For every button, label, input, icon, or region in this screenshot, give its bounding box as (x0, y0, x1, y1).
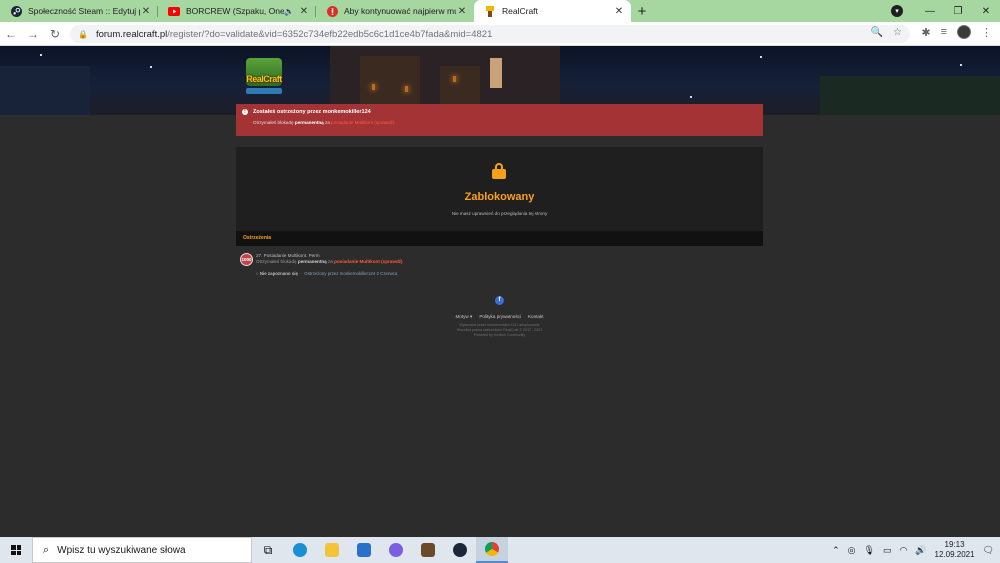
logo-text: RealCraft (246, 74, 282, 84)
clock-time: 19:13 (944, 540, 965, 549)
search-placeholder: Wpisz tu wyszukiwane słowa (57, 544, 186, 556)
chevron-up-icon[interactable]: ⌃ (832, 545, 840, 556)
tab-title: Społeczność Steam :: Edytuj profil (28, 6, 140, 16)
warning-title[interactable]: 27. Posiadanie Multikont. Perm (256, 253, 320, 258)
browser-toolbar: ← → ↻ 🔒 forum.realcraft.pl/register/?do=… (0, 22, 1000, 46)
ack-status: ○ Nie zapoznano się (256, 271, 298, 276)
forward-icon[interactable]: → (22, 27, 44, 41)
steam-icon (10, 5, 22, 17)
alert-body: Otrzymałeś blokadę permanentną za posiad… (253, 120, 395, 125)
tray-app-icon[interactable]: ◎ (848, 545, 856, 556)
volume-icon[interactable]: 🔊 (915, 545, 926, 556)
warning-detail: Otrzymałeś blokadę permanentną za posiad… (256, 259, 403, 264)
alert-title: Zostałeś ostrzeżony przez monkemokiller1… (253, 109, 371, 115)
tab-search-icon[interactable]: ▾ (891, 5, 903, 17)
window-controls: — ❐ ✕ (916, 0, 1000, 22)
tab-title: BORCREW (Szpaku, Onek87 ... (186, 6, 285, 16)
steam-taskbar-icon[interactable] (444, 537, 476, 563)
microphone-icon[interactable]: 🎙 (863, 545, 874, 556)
warning-meta: ○ Nie zapoznano się · Ostrzeżony przez m… (256, 271, 398, 276)
tab-notification[interactable]: Aby kontynuować najpierw musi... ✕ (316, 0, 474, 22)
windows-icon (11, 545, 21, 555)
close-icon[interactable]: ✕ (456, 6, 468, 17)
bookmark-star-icon[interactable]: ☆ (893, 27, 902, 38)
locked-panel: Zablokowany Nie masz uprawnień do przegl… (236, 147, 763, 231)
tab-realcraft[interactable]: RealCraft ✕ (474, 0, 631, 22)
lock-icon[interactable]: 🔒 (78, 30, 88, 39)
zoom-icon[interactable]: 🔍 (871, 27, 883, 38)
minecraft-icon[interactable] (412, 537, 444, 563)
discord-icon[interactable] (380, 537, 412, 563)
back-icon[interactable]: ← (0, 27, 22, 41)
profile-avatar[interactable] (957, 25, 971, 39)
minimize-icon[interactable]: — (916, 6, 944, 17)
url-host: forum.realcraft.pl (95, 28, 168, 40)
file-explorer-icon[interactable] (316, 537, 348, 563)
footer-link-contact[interactable]: Kontakt (528, 314, 544, 320)
footer-powered: Powered by Invision Community (473, 333, 526, 337)
clock[interactable]: 19:13 12.09.2021 (935, 540, 975, 560)
chrome-icon[interactable] (476, 537, 508, 563)
wifi-icon[interactable]: ◠ (899, 545, 907, 556)
lock-icon (492, 163, 506, 179)
taskbar: ⌕ Wpisz tu wyszukiwane słowa ⧉ ⌃ ◎ 🎙 ▭ ◠… (0, 537, 1000, 563)
alert-link[interactable]: posiadanie Multikont (sprawdź) (331, 120, 394, 125)
url-path: /register/?do=validate&vid=6352c734efb22… (167, 28, 493, 40)
warning-link[interactable]: posiadanie Multikont (sprawdź) (334, 259, 402, 264)
task-view-icon[interactable]: ⧉ (252, 537, 284, 563)
youtube-icon (168, 5, 180, 17)
warning-entry: 1000 27. Posiadanie Multikont. Perm Otrz… (236, 250, 763, 280)
notification-icon (326, 5, 338, 17)
notifications-icon[interactable]: 🗨 (983, 545, 994, 556)
menu-icon[interactable]: ⋮ (981, 26, 992, 39)
facebook-icon[interactable]: f (495, 296, 504, 305)
footer-link-theme[interactable]: Motyw ▾ (455, 314, 472, 320)
close-icon[interactable]: ✕ (140, 6, 152, 17)
media-control-icon[interactable]: ≡ (941, 26, 947, 38)
battery-icon[interactable]: ▭ (883, 545, 892, 556)
locked-title: Zablokowany (464, 191, 535, 203)
search-icon: ⌕ (43, 543, 50, 556)
edge-icon[interactable] (284, 537, 316, 563)
close-icon[interactable]: ✕ (298, 6, 310, 17)
tab-title: RealCraft (502, 6, 538, 16)
footer-link-privacy[interactable]: Polityka prywatności (479, 314, 521, 320)
system-tray: ⌃ ◎ 🎙 ▭ ◠ 🔊 19:13 12.09.2021 🗨 (832, 537, 1000, 563)
tab-strip: Społeczność Steam :: Edytuj profil ✕ BOR… (0, 0, 1000, 22)
locked-message: Nie masz uprawnień do przeglądania tej s… (451, 211, 548, 216)
warning-meta-text: Ostrzeżony przez monkemokiller124 2 Czer… (304, 271, 398, 276)
mail-icon[interactable] (348, 537, 380, 563)
warnings-header: Ostrzeżenia (236, 231, 763, 246)
warning-points-badge: 1000 (240, 253, 253, 266)
close-window-icon[interactable]: ✕ (972, 6, 1000, 17)
alert-icon: ! (242, 109, 248, 115)
site-logo[interactable]: RealCraft (238, 52, 290, 98)
maximize-icon[interactable]: ❐ (944, 6, 972, 17)
close-icon[interactable]: ✕ (613, 6, 625, 17)
tab-youtube[interactable]: BORCREW (Szpaku, Onek87 ... 🔈 ✕ (158, 0, 316, 22)
footer-credit: Wykonane przez monkemokiller124 i adopto… (459, 323, 540, 327)
tab-title: Aby kontynuować najpierw musi... (344, 6, 456, 16)
speaker-icon[interactable]: 🔈 (284, 7, 294, 16)
footer-copyright: Wszelkie prawa zastrzeżone RealCraft © 2… (456, 328, 543, 332)
start-button[interactable] (0, 537, 32, 563)
warnings-heading: Ostrzeżenia (243, 235, 272, 241)
new-tab-button[interactable]: + (631, 0, 653, 22)
taskbar-search[interactable]: ⌕ Wpisz tu wyszukiwane słowa (32, 537, 252, 563)
clock-date: 12.09.2021 (934, 550, 975, 559)
address-bar[interactable]: 🔒 forum.realcraft.pl/register/?do=valida… (70, 25, 910, 43)
tab-steam[interactable]: Społeczność Steam :: Edytuj profil ✕ (0, 0, 158, 22)
warning-alert: ! Zostałeś ostrzeżony przez monkemokille… (236, 104, 763, 136)
extensions-icon[interactable]: ✱ (921, 26, 930, 39)
realcraft-icon (484, 5, 496, 17)
reload-icon[interactable]: ↻ (44, 27, 66, 41)
page-viewport: RealCraft ! Zostałeś ostrzeżony przez mo… (0, 46, 1000, 537)
